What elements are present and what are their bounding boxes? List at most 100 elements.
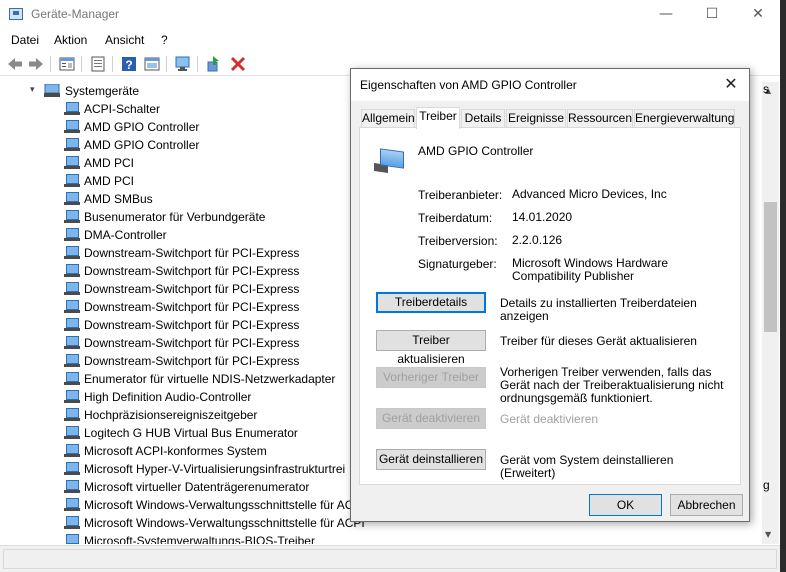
tree-item-label: Downstream-Switchport für PCI-Express	[84, 354, 300, 368]
system-device-icon	[64, 372, 80, 385]
title-bar: Geräte-Manager — ☐ ✕	[0, 0, 780, 30]
dialog-title-bar: Eigenschaften von AMD GPIO Controller ✕	[351, 69, 749, 101]
tree-item-label: Enumerator für virtuelle NDIS-Netzwerkad…	[84, 372, 336, 386]
tree-item-label: AMD GPIO Controller	[84, 138, 200, 152]
system-device-icon	[64, 174, 80, 187]
background-window-text: g	[763, 478, 770, 492]
tree-item-label: AMD GPIO Controller	[84, 120, 200, 134]
device-manager-app-icon	[9, 8, 23, 20]
toolbar-separator	[197, 56, 198, 72]
window-title: Geräte-Manager	[31, 7, 120, 21]
driver-details-button[interactable]: Treiberdetails	[376, 292, 486, 313]
system-device-icon	[64, 408, 80, 421]
tree-item-label: Microsoft virtueller Datenträgerenumerat…	[84, 480, 310, 494]
svg-text:?: ?	[125, 58, 132, 72]
properties-dialog: Eigenschaften von AMD GPIO Controller ✕ …	[350, 68, 750, 522]
update-driver-description: Treiber für dieses Gerät aktualisieren	[500, 334, 697, 348]
properties-icon[interactable]	[58, 55, 76, 73]
menu-aktion[interactable]: Aktion	[54, 33, 87, 47]
tree-item-label: Busenumerator für Verbundgeräte	[84, 210, 266, 224]
tab-details[interactable]: Details	[461, 109, 505, 128]
system-device-icon	[64, 390, 80, 403]
device-name: AMD GPIO Controller	[418, 144, 534, 158]
help-icon[interactable]: ?	[120, 55, 138, 73]
back-icon[interactable]	[6, 55, 24, 73]
tree-item-label: Microsoft Windows-Verwaltungsschnittstel…	[84, 516, 365, 530]
uninstall-device-button[interactable]: Gerät deinstallieren	[376, 449, 486, 470]
date-label: Treiberdatum:	[418, 211, 493, 225]
system-device-icon	[64, 228, 80, 241]
system-device-icon	[64, 120, 80, 133]
desktop-edge	[780, 0, 786, 572]
device-icon	[374, 148, 406, 174]
menu-ansicht[interactable]: Ansicht	[105, 33, 144, 47]
uninstall-device-description: Gerät vom System deinstallieren (Erweite…	[500, 453, 674, 480]
tree-item-label: Microsoft-Systemverwaltungs-BIOS-Treiber	[84, 534, 315, 544]
tree-item-label: AMD PCI	[84, 156, 135, 170]
toolbar-separator	[112, 56, 113, 72]
scrollbar-thumb[interactable]	[764, 202, 777, 332]
signer-label: Signaturgeber:	[418, 257, 497, 271]
dialog-close-button[interactable]: ✕	[721, 74, 741, 94]
version-value: 2.2.0.126	[512, 233, 563, 247]
system-device-icon	[64, 318, 80, 331]
system-device-icon	[64, 336, 80, 349]
tree-item-label: High Definition Audio-Controller	[84, 390, 252, 404]
tab-energieverwaltung[interactable]: Energieverwaltung	[634, 109, 735, 128]
version-label: Treiberversion:	[418, 234, 498, 248]
tree-item-label: Downstream-Switchport für PCI-Express	[84, 336, 300, 350]
tab-ereignisse[interactable]: Ereignisse	[506, 109, 566, 128]
chevron-down-icon[interactable]: ▾	[30, 85, 35, 95]
system-device-icon	[64, 534, 80, 544]
provider-value: Advanced Micro Devices, Inc	[512, 187, 667, 201]
system-device-icon	[64, 264, 80, 277]
forward-icon[interactable]	[27, 55, 45, 73]
menu-help[interactable]: ?	[161, 33, 168, 47]
tab-ressourcen[interactable]: Ressourcen	[567, 109, 633, 128]
maximize-button[interactable]: ☐	[689, 0, 735, 30]
close-button[interactable]: ✕	[735, 0, 781, 30]
tree-item-label: ACPI-Schalter	[84, 102, 161, 116]
rollback-driver-button[interactable]: Vorheriger Treiber	[376, 367, 486, 388]
tree-scrollbar[interactable]: ▲ ▼	[762, 82, 779, 544]
tree-item-label: Microsoft Hyper-V-Virtualisierungsinfras…	[84, 462, 346, 476]
minimize-button[interactable]: —	[643, 0, 689, 30]
system-device-icon	[64, 138, 80, 151]
tree-item-label: Downstream-Switchport für PCI-Express	[84, 318, 300, 332]
tab-allgemein[interactable]: Allgemein	[361, 109, 415, 128]
driver-tab-panel: AMD GPIO Controller Treiberanbieter: Adv…	[359, 127, 741, 485]
view-icon[interactable]	[143, 55, 161, 73]
disable-device-description: Gerät deaktivieren	[500, 412, 599, 426]
date-value: 14.01.2020	[512, 210, 573, 224]
cancel-button[interactable]: Abbrechen	[670, 494, 743, 516]
status-bar	[0, 545, 780, 572]
system-device-icon	[64, 516, 80, 529]
update-driver-button[interactable]: Treiber aktualisieren	[376, 330, 486, 366]
ok-button[interactable]: OK	[589, 494, 662, 516]
tree-item-label: DMA-Controller	[84, 228, 167, 242]
system-device-icon	[64, 480, 80, 493]
system-device-icon	[64, 246, 80, 259]
toolbar-separator	[166, 56, 167, 72]
enable-device-icon[interactable]	[205, 55, 223, 73]
toolbar-separator	[81, 56, 82, 72]
tree-item-label: AMD SMBus	[84, 192, 153, 206]
system-device-icon	[64, 354, 80, 367]
scan-hardware-icon[interactable]	[174, 55, 192, 73]
rollback-driver-description: Vorherigen Treiber verwenden, falls das …	[500, 365, 724, 405]
system-device-icon	[64, 210, 80, 223]
toolbar-separator	[50, 56, 51, 72]
uninstall-icon[interactable]	[229, 55, 247, 73]
tab-treiber[interactable]: Treiber	[416, 107, 460, 129]
status-bar-cell	[3, 549, 777, 569]
tree-item-label: Downstream-Switchport für PCI-Express	[84, 282, 300, 296]
menu-datei[interactable]: Datei	[11, 33, 39, 47]
driver-icon[interactable]	[89, 55, 107, 73]
tree-item-label: Logitech G HUB Virtual Bus Enumerator	[84, 426, 298, 440]
system-device-icon	[64, 282, 80, 295]
tree-item-label: Microsoft Windows-Verwaltungsschnittstel…	[84, 498, 354, 512]
system-device-icon	[64, 462, 80, 475]
scroll-down-icon[interactable]: ▼	[765, 530, 771, 539]
disable-device-button[interactable]: Gerät deaktivieren	[376, 408, 486, 429]
tree-item-label: Microsoft ACPI-konformes System	[84, 444, 267, 458]
